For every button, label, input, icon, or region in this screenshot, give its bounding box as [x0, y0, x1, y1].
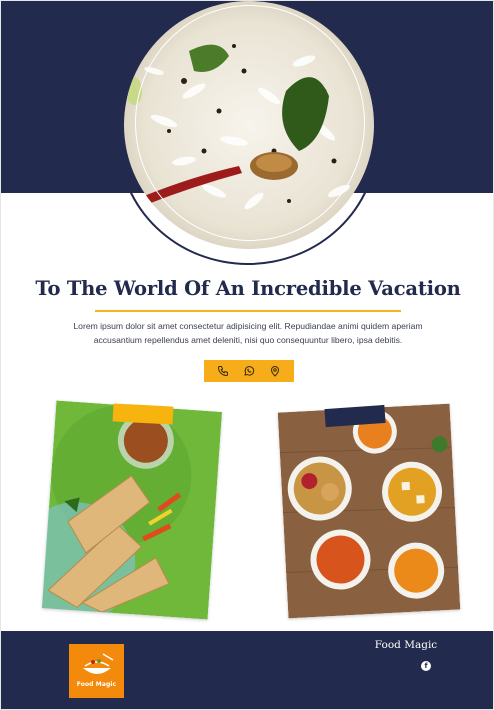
- hero-rice-photo: [124, 1, 374, 249]
- phone-icon[interactable]: [216, 364, 230, 378]
- contact-bar: [204, 360, 294, 382]
- food-photo-curries: [277, 403, 461, 619]
- poster: To The World Of An Incredible Vacation L…: [0, 0, 494, 710]
- title-underline: [95, 310, 401, 312]
- chef-bowl-icon: [83, 653, 114, 674]
- brand-logo[interactable]: Food Magic: [69, 644, 124, 698]
- logo-wordmark: Food Magic: [76, 681, 117, 688]
- page-title: To The World Of An Incredible Vacation: [35, 277, 461, 300]
- intro-paragraph: Lorem ipsum dolor sit amet consectetur a…: [73, 321, 423, 345]
- facebook-icon[interactable]: f: [421, 661, 431, 671]
- whatsapp-icon[interactable]: [242, 364, 256, 378]
- footer-brand-name: Food Magic: [374, 639, 438, 651]
- yellow-tape-accent: [112, 403, 174, 425]
- food-photo-wraps: [41, 400, 223, 620]
- location-pin-icon[interactable]: [268, 364, 282, 378]
